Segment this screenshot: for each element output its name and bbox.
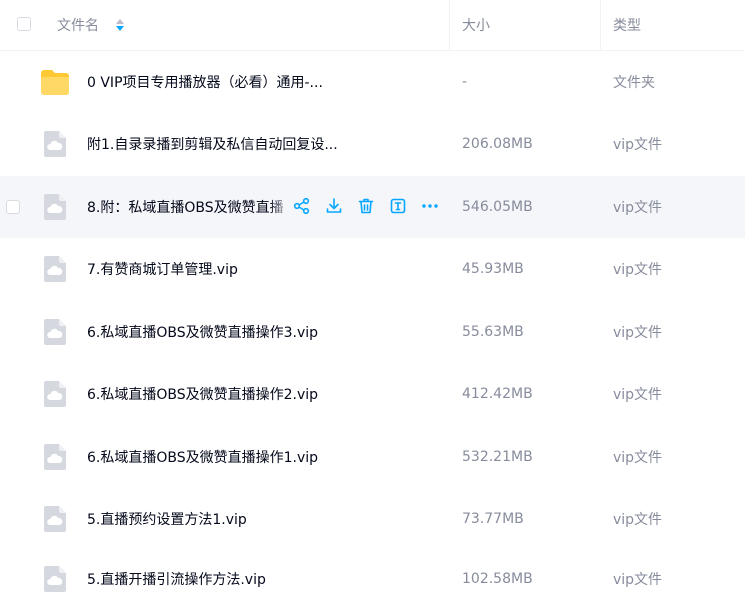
file-type: vip文件 [613, 387, 663, 403]
cloud-file-icon [44, 256, 66, 282]
folder-icon [41, 70, 69, 95]
file-row[interactable]: 8.附：私域直播OBS及微赞直播 546.05MB vip文件 [0, 176, 745, 238]
cloud-file-icon [44, 506, 66, 532]
cloud-file-icon [44, 319, 66, 345]
file-type: vip文件 [613, 325, 663, 341]
file-row[interactable]: 附1.自录录播到剪辑及私信自动回复设... 206.08MB vip文件 [0, 113, 745, 175]
column-header-size[interactable]: 大小 [462, 0, 490, 50]
download-button[interactable] [324, 196, 344, 216]
file-size: 412.42MB [462, 386, 533, 402]
file-row[interactable]: 7.有赞商城订单管理.vip 45.93MB vip文件 [0, 238, 745, 300]
column-divider [600, 0, 601, 50]
column-divider [449, 0, 450, 50]
file-name[interactable]: 0 VIP项目专用播放器（必看）通用-... [87, 51, 323, 113]
file-size: 45.93MB [462, 261, 524, 277]
more-icon [422, 204, 438, 208]
download-icon [326, 198, 342, 213]
file-size: - [462, 74, 468, 90]
file-row[interactable]: 6.私域直播OBS及微赞直播操作3.vip 55.63MB vip文件 [0, 301, 745, 363]
more-button[interactable] [420, 196, 440, 216]
share-icon [293, 197, 310, 215]
file-row[interactable]: 0 VIP项目专用播放器（必看）通用-... - 文件夹 [0, 51, 745, 113]
file-name[interactable]: 8.附：私域直播OBS及微赞直播 [87, 176, 287, 238]
row-checkbox[interactable] [6, 200, 20, 214]
file-type: vip文件 [613, 512, 663, 528]
delete-icon [358, 198, 374, 214]
sort-icon[interactable] [115, 17, 125, 33]
file-row[interactable]: 6.私域直播OBS及微赞直播操作2.vip 412.42MB vip文件 [0, 363, 745, 425]
file-row[interactable]: 5.直播预约设置方法1.vip 73.77MB vip文件 [0, 488, 745, 550]
file-size: 206.08MB [462, 136, 533, 152]
file-type: vip文件 [613, 572, 663, 588]
file-size: 546.05MB [462, 199, 533, 215]
column-header-size-label: 大小 [462, 18, 490, 34]
name-fade-overlay [270, 176, 292, 238]
file-size: 102.58MB [462, 571, 533, 587]
file-list-header: 文件名 大小 类型 [0, 0, 745, 51]
rename-icon [390, 198, 406, 214]
file-size: 532.21MB [462, 449, 533, 465]
file-name[interactable]: 7.有赞商城订单管理.vip [87, 238, 238, 300]
file-size: 73.77MB [462, 511, 524, 527]
cloud-file-icon [44, 194, 66, 220]
file-name[interactable]: 6.私域直播OBS及微赞直播操作2.vip [87, 363, 318, 425]
delete-button[interactable] [356, 196, 376, 216]
file-name[interactable]: 5.直播预约设置方法1.vip [87, 488, 247, 550]
file-name[interactable]: 6.私域直播OBS及微赞直播操作3.vip [87, 301, 318, 363]
file-row[interactable]: 5.直播开播引流操作方法.vip 102.58MB vip文件 [0, 548, 745, 610]
file-type: 文件夹 [613, 75, 655, 91]
select-all-checkbox[interactable] [17, 17, 31, 31]
cloud-file-icon [44, 131, 66, 157]
file-type: vip文件 [613, 450, 663, 466]
file-size: 55.63MB [462, 324, 524, 340]
column-header-name-label: 文件名 [57, 18, 99, 34]
cloud-file-icon [44, 381, 66, 407]
cloud-file-icon [44, 444, 66, 470]
row-actions [292, 196, 440, 216]
file-name[interactable]: 6.私域直播OBS及微赞直播操作1.vip [87, 426, 318, 488]
file-type: vip文件 [613, 262, 663, 278]
column-header-type-label: 类型 [613, 18, 641, 34]
rename-button[interactable] [388, 196, 408, 216]
file-type: vip文件 [613, 137, 663, 153]
file-name[interactable]: 附1.自录录播到剪辑及私信自动回复设... [87, 113, 338, 175]
file-row[interactable]: 6.私域直播OBS及微赞直播操作1.vip 532.21MB vip文件 [0, 426, 745, 488]
cloud-file-icon [44, 566, 66, 592]
column-header-type[interactable]: 类型 [613, 0, 641, 50]
share-button[interactable] [292, 196, 312, 216]
file-name[interactable]: 5.直播开播引流操作方法.vip [87, 548, 266, 610]
column-header-name[interactable]: 文件名 [57, 0, 99, 50]
file-type: vip文件 [613, 200, 663, 216]
